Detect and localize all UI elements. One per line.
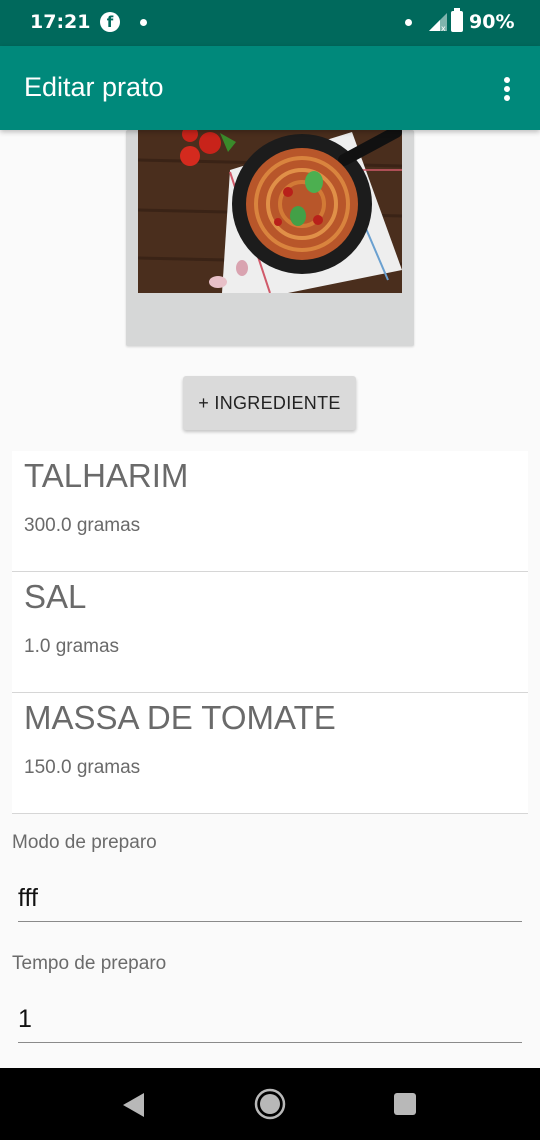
notification-dot-icon <box>140 19 147 26</box>
navigation-bar <box>0 1068 540 1140</box>
modo-preparo-label: Modo de preparo <box>12 832 157 853</box>
battery-percent: 90% <box>469 11 515 33</box>
ingredient-name: MASSA DE TOMATE <box>24 699 336 736</box>
add-ingredient-button[interactable]: + INGREDIENTE <box>183 376 356 430</box>
ingredient-quantity: 300.0 gramas <box>24 515 141 536</box>
ingredient-quantity: 150.0 gramas <box>24 757 141 778</box>
status-dot-icon <box>405 19 412 26</box>
back-icon[interactable] <box>122 1092 146 1118</box>
tempo-preparo-label: Tempo de preparo <box>12 953 167 974</box>
recents-icon[interactable] <box>394 1093 416 1115</box>
status-time: 17:21 <box>30 11 91 33</box>
modo-preparo-input[interactable]: fff <box>18 878 522 922</box>
battery-icon <box>451 8 463 32</box>
signal-icon: x <box>429 13 447 32</box>
app-bar: Editar prato <box>0 46 540 130</box>
home-icon[interactable] <box>254 1088 286 1120</box>
svg-text:x: x <box>441 24 446 32</box>
ingredient-item[interactable]: SAL 1.0 gramas <box>12 572 528 693</box>
dish-photo-frame[interactable] <box>126 130 414 346</box>
ingredient-list: TALHARIM 300.0 gramas SAL 1.0 gramas MAS… <box>12 451 528 814</box>
ingredient-name: SAL <box>24 578 87 615</box>
tempo-preparo-input[interactable]: 1 <box>18 999 522 1043</box>
facebook-icon: f <box>100 12 120 32</box>
ingredient-name: TALHARIM <box>24 457 189 494</box>
ingredient-item[interactable]: MASSA DE TOMATE 150.0 gramas <box>12 693 528 814</box>
ingredient-item[interactable]: TALHARIM 300.0 gramas <box>12 451 528 572</box>
ingredient-quantity: 1.0 gramas <box>24 636 120 657</box>
dish-photo <box>138 130 402 293</box>
overflow-menu-icon[interactable] <box>496 74 518 104</box>
status-bar: 17:21 f x 90% <box>0 0 540 46</box>
page-title: Editar prato <box>24 72 164 102</box>
